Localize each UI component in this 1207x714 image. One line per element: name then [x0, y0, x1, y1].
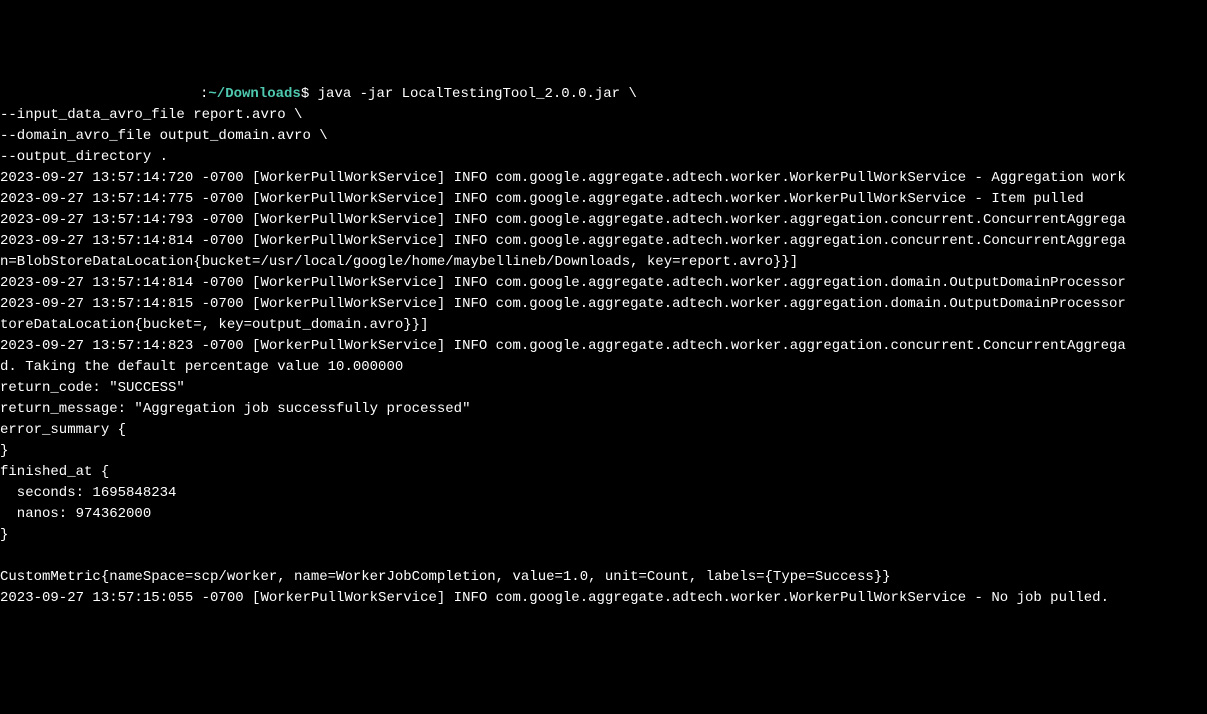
log-line: 2023-09-27 13:57:14:720 -0700 [WorkerPul…: [0, 170, 1126, 186]
log-line: d. Taking the default percentage value 1…: [0, 359, 403, 375]
log-line: CustomMetric{nameSpace=scp/worker, name=…: [0, 569, 891, 585]
redacted-hostname: [0, 84, 200, 105]
prompt-line: :~/Downloads$ java -jar LocalTestingTool…: [0, 86, 637, 102]
prompt-dollar: $: [301, 86, 309, 102]
log-line: 2023-09-27 13:57:15:055 -0700 [WorkerPul…: [0, 590, 1109, 606]
log-line: toreDataLocation{bucket=, key=output_dom…: [0, 317, 428, 333]
prompt-path: ~/Downloads: [208, 86, 300, 102]
terminal-window[interactable]: :~/Downloads$ java -jar LocalTestingTool…: [0, 84, 1207, 609]
log-line: finished_at {: [0, 464, 109, 480]
log-line: 2023-09-27 13:57:14:814 -0700 [WorkerPul…: [0, 233, 1126, 249]
log-line: }: [0, 527, 8, 543]
log-line: }: [0, 443, 8, 459]
command-line-3: --domain_avro_file output_domain.avro \: [0, 128, 328, 144]
log-line: error_summary {: [0, 422, 126, 438]
log-line: nanos: 974362000: [0, 506, 151, 522]
command-line-4: --output_directory .: [0, 149, 168, 165]
log-line: 2023-09-27 13:57:14:775 -0700 [WorkerPul…: [0, 191, 1084, 207]
log-line: seconds: 1695848234: [0, 485, 176, 501]
log-line: 2023-09-27 13:57:14:815 -0700 [WorkerPul…: [0, 296, 1126, 312]
log-line: 2023-09-27 13:57:14:823 -0700 [WorkerPul…: [0, 338, 1126, 354]
log-line: 2023-09-27 13:57:14:793 -0700 [WorkerPul…: [0, 212, 1126, 228]
command-line-2: --input_data_avro_file report.avro \: [0, 107, 302, 123]
log-line: return_message: "Aggregation job success…: [0, 401, 470, 417]
log-line: return_code: "SUCCESS": [0, 380, 185, 396]
log-line: n=BlobStoreDataLocation{bucket=/usr/loca…: [0, 254, 798, 270]
log-line: 2023-09-27 13:57:14:814 -0700 [WorkerPul…: [0, 275, 1126, 291]
command-part-1: java -jar LocalTestingTool_2.0.0.jar \: [309, 86, 637, 102]
